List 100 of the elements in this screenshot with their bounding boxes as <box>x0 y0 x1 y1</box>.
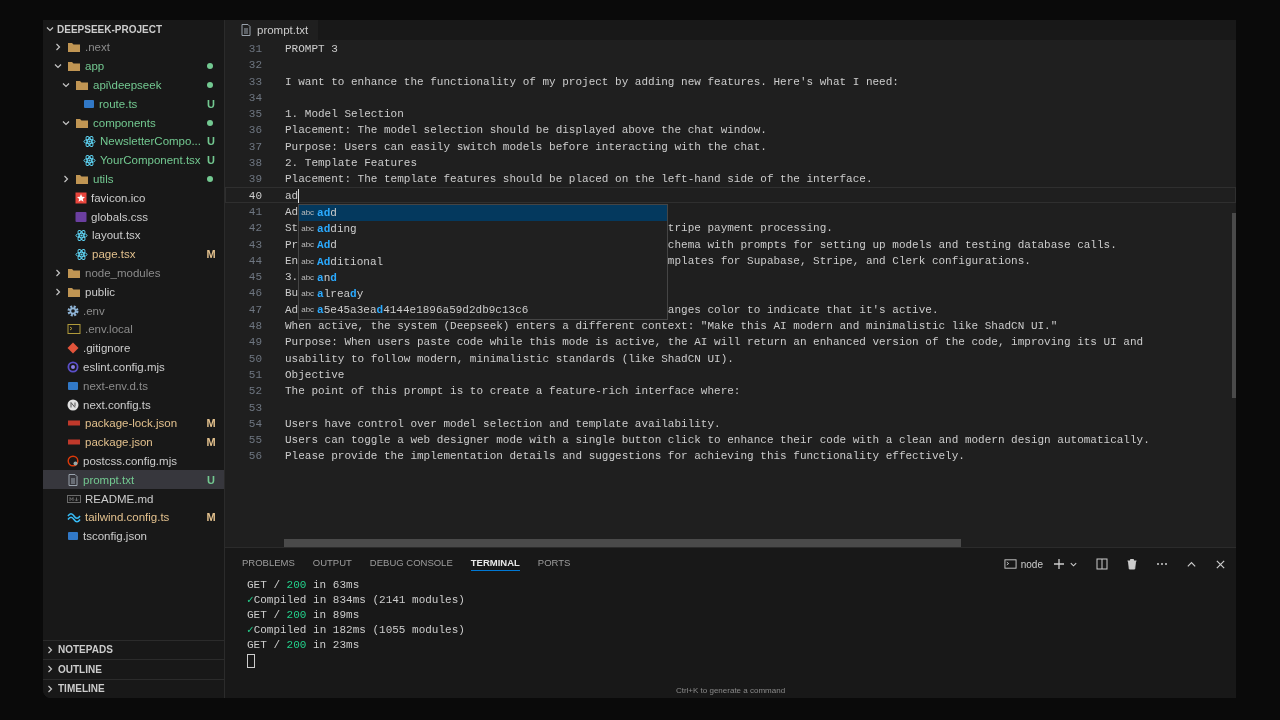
line-number: 34 <box>247 90 262 105</box>
file-tree-item[interactable]: tailwind.config.ts M <box>43 507 224 527</box>
file-tree-item[interactable]: YourComponent.tsx U <box>43 150 224 170</box>
line-number: 37 <box>247 139 262 154</box>
file-tree-item[interactable]: node_modules <box>43 263 224 283</box>
terminal-icon <box>1003 558 1017 570</box>
code-line: En <box>285 253 299 268</box>
star-icon <box>75 191 87 204</box>
terminal-icon <box>67 323 81 336</box>
chevron-right-icon[interactable] <box>53 267 63 278</box>
file-tree-item[interactable]: route.ts U <box>43 94 224 114</box>
chevron-right-icon[interactable] <box>45 644 55 655</box>
code-line: Ad <box>285 204 299 219</box>
code-line: Purpose: When users paste code while this mode is active, the AI will return an enhanced version of the code, improving its UI and <box>285 335 1144 349</box>
code-line: Ad <box>285 302 299 317</box>
folder-icon <box>67 60 81 73</box>
panel-tab[interactable]: PORTS <box>537 557 571 571</box>
line-number: 47 <box>247 302 262 317</box>
suggestion-item[interactable]: abc adding <box>299 220 667 238</box>
file-tree-item[interactable]: prompt.txt U <box>43 470 224 490</box>
document-icon <box>67 473 79 486</box>
file-tree-item[interactable]: components <box>43 113 224 132</box>
project-title: DEEPSEEK-PROJECT <box>57 23 163 35</box>
terminal-selector[interactable]: node <box>1003 558 1043 570</box>
panel-tab[interactable]: PROBLEMS <box>242 557 295 571</box>
file-tree-item[interactable]: tsconfig.json <box>43 526 224 546</box>
terminal-cursor <box>247 654 255 668</box>
document-icon <box>240 24 252 36</box>
code-line: Users can toggle a web designer mode with a single button click to enhance their code with a clean and modern design automatically. <box>285 433 1150 447</box>
code-line: anges color to indicate that it's active. <box>667 302 939 318</box>
file-tree-item[interactable]: eslint.config.mjs <box>43 357 224 377</box>
file-tree-item[interactable]: favicon.ico <box>43 188 224 208</box>
line-number: 56 <box>247 449 262 463</box>
section-header[interactable]: NOTEPADS <box>43 639 224 659</box>
file-tree-item[interactable]: app <box>43 56 224 76</box>
line-number: 46 <box>247 286 262 300</box>
line-number: 39 <box>247 172 262 186</box>
panel-tab[interactable]: DEBUG CONSOLE <box>369 557 453 571</box>
suggestion-item[interactable]: abc and <box>299 269 667 287</box>
line-number: 40 <box>247 188 262 202</box>
file-tree-item[interactable]: README.md <box>43 489 224 508</box>
file-tree-item[interactable]: .gitignore <box>43 338 224 358</box>
text-cursor <box>298 188 300 203</box>
suggestion-item[interactable]: abc add <box>299 204 667 221</box>
file-tree-item[interactable]: next-env.d.ts <box>43 376 224 396</box>
chevron-right-icon[interactable] <box>53 42 63 53</box>
split-icon[interactable] <box>1096 558 1108 570</box>
file-tree-item[interactable]: .next <box>43 38 224 57</box>
gear-icon <box>67 304 79 317</box>
file-tree-item[interactable]: .env <box>43 301 224 320</box>
suggestion-item[interactable]: abc a5e45a3ead4144e1896a59d2db9c13c6 <box>299 302 667 319</box>
folder-icon <box>75 172 89 185</box>
file-tree-item[interactable]: utils <box>43 169 224 189</box>
wave-icon <box>67 511 81 524</box>
editor-tab[interactable]: prompt.txt <box>225 20 319 40</box>
folder-icon <box>67 41 81 54</box>
more-icon[interactable] <box>1156 562 1168 566</box>
file-tree-item[interactable]: page.tsx M <box>43 244 224 264</box>
file-tree-item[interactable]: NewsletterCompo... U <box>43 132 224 151</box>
panel-tab[interactable]: TERMINAL <box>470 557 520 571</box>
chevron-right-icon[interactable] <box>45 683 55 694</box>
line-number: 54 <box>247 416 262 431</box>
chevron-right-icon[interactable] <box>61 173 71 184</box>
scrollbar[interactable] <box>284 539 961 547</box>
suggestion-item[interactable]: abc Additional <box>299 253 667 270</box>
suggestion-item[interactable]: abc Add <box>299 237 667 254</box>
chevron-down-icon[interactable] <box>61 80 71 90</box>
plus-icon[interactable] <box>1053 558 1065 570</box>
file-tree-item[interactable]: postcss.config.mjs <box>43 451 224 471</box>
file-tree-item[interactable]: globals.css <box>43 207 224 226</box>
file-tree-item[interactable]: public <box>43 282 224 302</box>
file-tree-item[interactable]: layout.tsx <box>43 225 224 245</box>
file-tree-item[interactable]: next.config.ts <box>43 395 224 414</box>
close-icon[interactable] <box>1215 558 1226 570</box>
chevron-right-icon[interactable] <box>53 286 63 297</box>
suggestion-item[interactable]: abc already <box>299 286 667 303</box>
section-header[interactable]: TIMELINE <box>43 678 224 698</box>
code-line: ad <box>285 188 299 202</box>
code-line: The point of this prompt is to create a feature-rich interface where: <box>285 384 741 398</box>
trash-icon[interactable] <box>1126 558 1138 570</box>
folder-icon <box>67 266 81 279</box>
circle-icon <box>67 398 79 411</box>
atom-icon <box>83 153 96 167</box>
scrollbar[interactable] <box>1232 213 1236 398</box>
file-tree-item[interactable]: package-lock.json M <box>43 413 224 433</box>
terminal-line: ✓Compiled in 182ms (1055 modules) <box>247 623 466 638</box>
chevron-down-icon[interactable] <box>45 24 55 34</box>
file-tree-item[interactable]: package.json M <box>43 432 224 452</box>
line-number: 36 <box>247 123 262 137</box>
file-tree-item[interactable]: .env.local <box>43 319 224 339</box>
atom-icon <box>75 228 88 242</box>
code-line: When active, the system (Deepseek) enters a different context: "Make this AI modern and minimalistic like ShadCN UI." <box>285 319 1058 333</box>
panel-tab[interactable]: OUTPUT <box>312 557 352 571</box>
atom-icon <box>75 247 88 261</box>
section-header[interactable]: OUTLINE <box>43 659 224 679</box>
line-number: 52 <box>247 384 262 398</box>
code-line: Purpose: Users can easily switch models before interacting with the chat. <box>285 139 767 154</box>
code-line: usability to follow modern, minimalistic standards (like ShadCN UI). <box>285 351 734 365</box>
file-tree-item[interactable]: api\deepseek <box>43 75 224 95</box>
chevron-right-icon[interactable] <box>45 664 55 675</box>
